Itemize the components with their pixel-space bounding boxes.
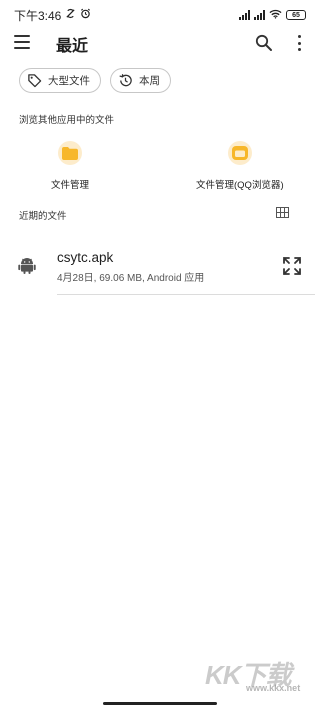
wifi-icon: [269, 8, 282, 22]
app-file-manager-label: 文件管理: [51, 180, 90, 191]
status-time: 下午3:46: [14, 8, 62, 23]
history-icon: [117, 73, 133, 89]
tag-icon: [26, 73, 42, 89]
android-icon: [18, 257, 36, 274]
status-left: 下午3:46: [14, 7, 91, 24]
app-file-manager-qq[interactable]: 文件管理(QQ浏览器): [196, 141, 284, 191]
status-right: 65: [239, 8, 306, 22]
watermark-url: www.kkx.net: [246, 683, 301, 693]
home-indicator[interactable]: [103, 702, 217, 705]
file-name: csytc.apk: [57, 250, 114, 265]
chip-large-files-label: 大型文件: [48, 75, 90, 87]
divider: [57, 294, 315, 295]
signal-2-icon: [254, 10, 265, 20]
filter-chips: 大型文件 本周: [19, 68, 171, 93]
folder-icon: [58, 141, 82, 165]
grid-view-icon[interactable]: [276, 207, 289, 218]
top-app-bar: 最近: [0, 28, 320, 58]
search-icon[interactable]: [254, 33, 274, 53]
battery-icon: 65: [286, 10, 306, 20]
recent-section-title: 近期的文件: [19, 211, 67, 222]
folder-icon: [227, 141, 252, 165]
file-meta: 4月28日, 69.06 MB, Android 应用: [57, 273, 205, 284]
chip-this-week-label: 本周: [139, 75, 160, 87]
status-bar: 下午3:46 65: [0, 0, 320, 30]
chip-this-week[interactable]: 本周: [110, 68, 171, 93]
app-file-manager[interactable]: 文件管理: [51, 141, 89, 191]
more-vert-icon[interactable]: [295, 35, 303, 51]
app-grid: 文件管理 文件管理(QQ浏览器): [0, 141, 320, 191]
alarm-icon: [80, 8, 91, 22]
expand-icon[interactable]: [281, 255, 303, 277]
signal-1-icon: [239, 10, 250, 20]
chip-large-files[interactable]: 大型文件: [19, 68, 101, 93]
data-saver-icon: [65, 8, 76, 22]
page-title: 最近: [56, 38, 89, 55]
file-row[interactable]: csytc.apk 4月28日, 69.06 MB, Android 应用: [0, 247, 320, 295]
app-file-manager-qq-label: 文件管理(QQ浏览器): [196, 180, 284, 191]
browse-section-title: 浏览其他应用中的文件: [19, 115, 115, 126]
hamburger-menu-icon[interactable]: [14, 35, 30, 49]
